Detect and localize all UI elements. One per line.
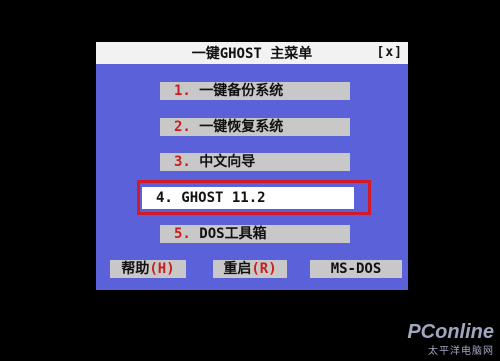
help-button-label: 帮助 bbox=[121, 261, 150, 277]
watermark-subtitle: 太平洋电脑网 bbox=[428, 346, 494, 357]
menu-item-label: 一键恢复系统 bbox=[199, 119, 284, 135]
menu-item-number: 5. bbox=[174, 226, 191, 242]
menu-item-number: 1. bbox=[174, 83, 191, 99]
reboot-button[interactable]: 重启(R) bbox=[213, 260, 287, 278]
reboot-hotkey: (R) bbox=[251, 261, 277, 277]
menu-item-label: 中文向导 bbox=[199, 154, 256, 170]
help-button[interactable]: 帮助(H) bbox=[110, 260, 186, 278]
watermark-logo: PConline 太平洋电脑网 bbox=[407, 322, 494, 357]
msdos-button[interactable]: MS-DOS bbox=[310, 260, 402, 278]
help-hotkey: (H) bbox=[149, 261, 175, 277]
title-bar: 一键GHOST 主菜单 [x] bbox=[96, 42, 408, 64]
menu-item-backup[interactable]: 1. 一键备份系统 bbox=[160, 82, 350, 100]
menu-item-number: 2. bbox=[174, 119, 191, 135]
highlight-frame bbox=[137, 180, 371, 215]
close-button[interactable]: [x] bbox=[377, 45, 403, 60]
menu-item-number: 3. bbox=[174, 154, 191, 170]
menu-item-dos-tools[interactable]: 5. DOS工具箱 bbox=[160, 225, 350, 243]
menu-item-label: DOS工具箱 bbox=[199, 226, 267, 242]
menu-item-label: 一键备份系统 bbox=[199, 83, 284, 99]
reboot-button-label: 重启 bbox=[223, 261, 252, 277]
window-title: 一键GHOST 主菜单 bbox=[191, 46, 313, 62]
ghost-main-menu-window: 一键GHOST 主菜单 [x] 1. 一键备份系统 2. 一键恢复系统 3. 中… bbox=[96, 42, 408, 290]
menu-item-restore[interactable]: 2. 一键恢复系统 bbox=[160, 118, 350, 136]
msdos-button-label: MS-DOS bbox=[330, 261, 382, 277]
watermark-brand: PConline bbox=[407, 321, 494, 343]
menu-item-wizard[interactable]: 3. 中文向导 bbox=[160, 153, 350, 171]
